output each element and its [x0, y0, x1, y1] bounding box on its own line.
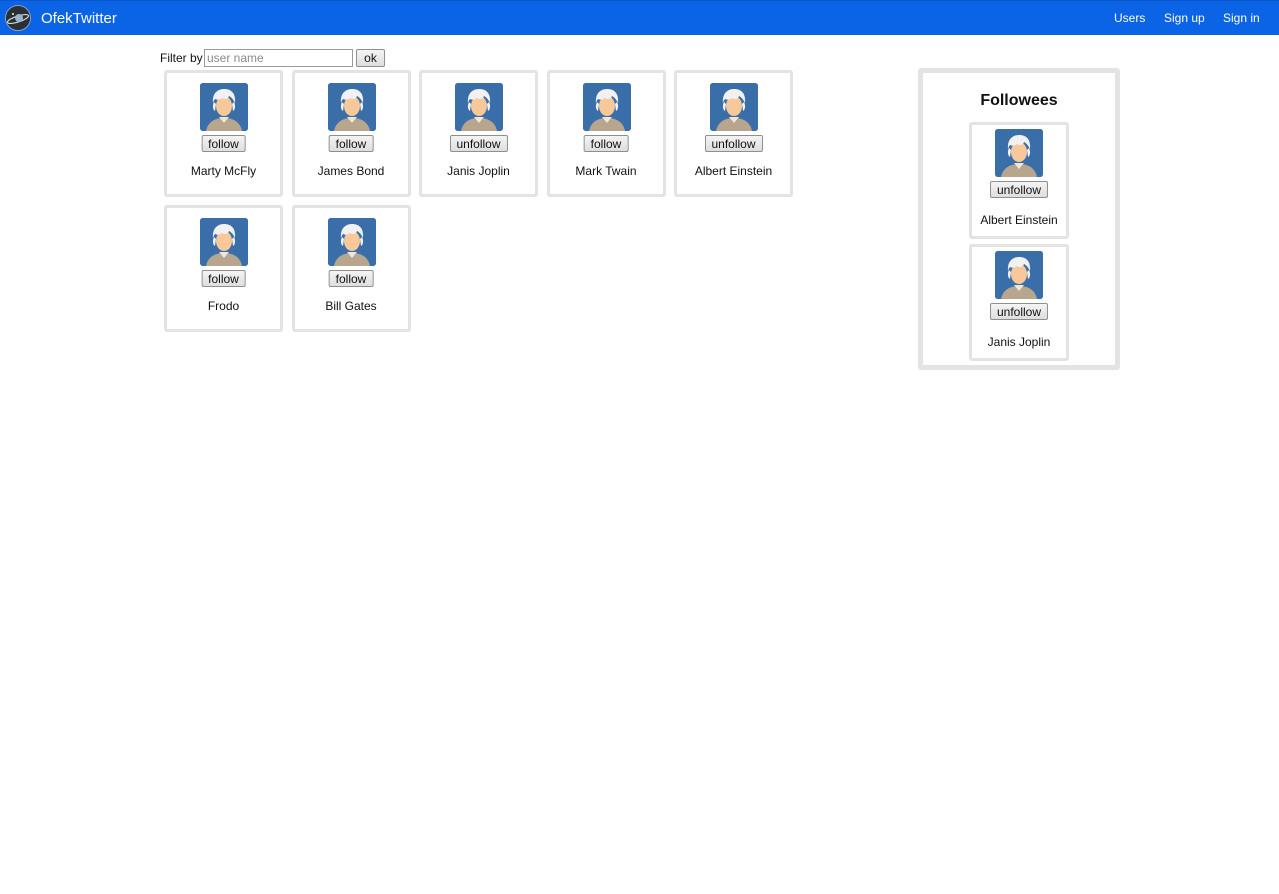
- follow-button[interactable]: follow: [201, 270, 246, 287]
- user-avatar-icon: [995, 251, 1043, 299]
- unfollow-button[interactable]: unfollow: [989, 181, 1049, 198]
- user-card: follow Mark Twain: [546, 70, 666, 197]
- user-card: follow Marty McFly: [164, 70, 283, 197]
- nav-sign-in-link[interactable]: Sign in: [1223, 11, 1260, 25]
- user-name: Janis Joplin: [987, 335, 1051, 349]
- user-card: follow Frodo: [164, 205, 283, 332]
- unfollow-button[interactable]: unfollow: [449, 135, 508, 152]
- followees-title: Followees: [980, 92, 1058, 109]
- user-avatar-icon: [200, 218, 248, 266]
- user-avatar-icon: [200, 83, 248, 131]
- navbar: OfekTwitter Users Sign up Sign in: [0, 0, 1279, 35]
- user-avatar-icon: [710, 83, 758, 131]
- unfollow-button[interactable]: unfollow: [989, 303, 1049, 320]
- follow-button[interactable]: follow: [201, 135, 246, 152]
- filter-ok-button[interactable]: ok: [356, 49, 385, 67]
- user-avatar-icon: [327, 83, 376, 131]
- user-avatar-icon: [582, 83, 631, 131]
- planet-logo-icon[interactable]: [5, 5, 31, 31]
- filter-label: Filter by: [160, 51, 203, 65]
- user-avatar-icon: [995, 129, 1043, 177]
- user-card: follow James Bond: [291, 70, 411, 197]
- unfollow-button[interactable]: unfollow: [704, 135, 763, 152]
- user-name: Mark Twain: [575, 164, 637, 178]
- nav-users-link[interactable]: Users: [1114, 11, 1145, 25]
- user-card: unfollow Albert Einstein: [674, 70, 793, 197]
- user-name: Janis Joplin: [447, 164, 510, 178]
- user-card: follow Bill Gates: [291, 205, 411, 332]
- user-name: James Bond: [317, 164, 385, 178]
- followees-panel: Followees unfollow Albert Einstein unfollo…: [918, 68, 1120, 370]
- user-name: Frodo: [207, 299, 240, 313]
- followee-card: unfollow Albert Einstein: [969, 122, 1069, 239]
- user-name: Albert Einstein: [980, 213, 1058, 227]
- user-avatar-icon: [327, 218, 376, 266]
- follow-button[interactable]: follow: [328, 135, 374, 152]
- nav-sign-up-link[interactable]: Sign up: [1164, 11, 1205, 25]
- user-name: Marty McFly: [190, 164, 257, 178]
- user-card: unfollow Janis Joplin: [419, 70, 538, 197]
- followee-card: unfollow Janis Joplin: [969, 244, 1069, 361]
- user-avatar-icon: [455, 83, 503, 131]
- follow-button[interactable]: follow: [328, 270, 374, 287]
- user-name: Albert Einstein: [694, 164, 773, 178]
- brand-title[interactable]: OfekTwitter: [41, 10, 117, 27]
- follow-button[interactable]: follow: [583, 135, 629, 152]
- filter-input[interactable]: [204, 49, 353, 67]
- user-name: Bill Gates: [325, 299, 377, 313]
